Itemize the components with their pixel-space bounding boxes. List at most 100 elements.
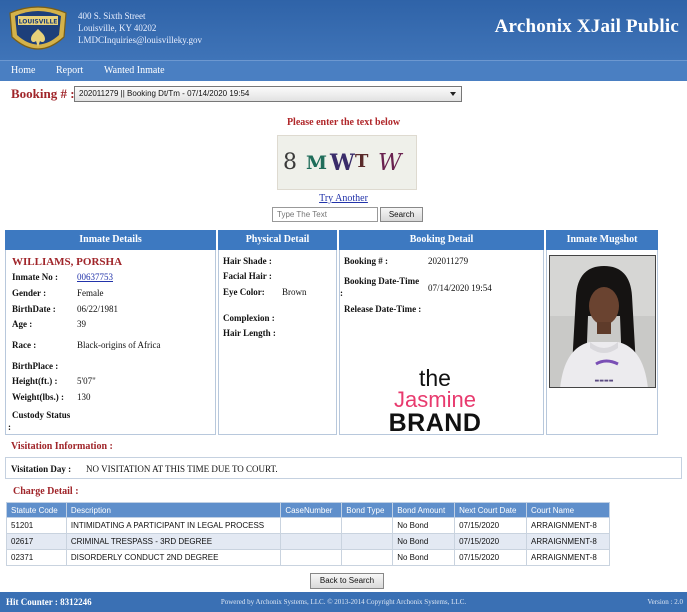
custody-status-colon: : — [8, 422, 11, 432]
cell-next-court-date: 07/15/2020 — [454, 533, 527, 550]
visitation-day-label: Visitation Day : — [11, 464, 72, 474]
back-to-search-button[interactable]: Back to Search — [310, 573, 384, 589]
table-row: 51201 INTIMIDATING A PARTICIPANT IN LEGA… — [6, 517, 611, 534]
cell-statute-code: 02371 — [6, 549, 67, 566]
visitation-day-value: NO VISITATION AT THIS TIME DUE TO COURT. — [86, 464, 278, 474]
col-description[interactable]: Description — [65, 502, 282, 518]
captcha-char: W — [378, 150, 402, 176]
nav-wanted-inmate[interactable]: Wanted Inmate — [104, 65, 165, 76]
facial-hair-label: Facial Hair : — [223, 271, 272, 281]
col-bond-type[interactable]: Bond Type — [341, 502, 394, 518]
cell-statute-code: 02617 — [6, 533, 67, 550]
table-row: 02617 CRIMINAL TRESPASS - 3RD DEGREE No … — [6, 533, 611, 550]
hair-length-label: Hair Length : — [223, 328, 276, 338]
cell-statute-code: 51201 — [6, 517, 67, 534]
cell-bond-type — [341, 517, 394, 534]
captcha-char: T — [355, 151, 369, 172]
chevron-down-icon — [450, 92, 456, 96]
booking-select[interactable]: 202011279 || Booking Dt/Tm - 07/14/2020 … — [74, 86, 462, 102]
captcha-search-button[interactable]: Search — [380, 207, 423, 222]
inmate-mugshot-image: ▬▬▬▬ — [549, 255, 656, 388]
booking-datetime-colon: : — [340, 288, 343, 298]
custody-status-label: Custody Status — [12, 410, 71, 420]
facility-address: 400 S. Sixth Street Louisville, KY 40202… — [78, 10, 202, 46]
inmate-name: WILLIAMS, PORSHA — [12, 256, 123, 268]
app-footer: Powered by Archonix Systems, LLC. © 2013… — [0, 592, 687, 612]
visitation-title: Visitation Information : — [11, 441, 113, 452]
address-email[interactable]: LMDCInquiries@louisvilleky.gov — [78, 34, 202, 46]
mugshot-photo: ▬▬▬▬ — [550, 256, 655, 387]
app-header: LOUISVILLE 400 S. Sixth Street Louisvill… — [0, 0, 687, 60]
cell-bond-amount: No Bond — [392, 517, 456, 534]
nav-home[interactable]: Home — [11, 65, 35, 76]
the-jasmine-brand-watermark: the Jasmine BRAND — [370, 365, 500, 436]
try-another-link[interactable]: Try Another — [0, 193, 687, 204]
svg-text:LOUISVILLE: LOUISVILLE — [19, 19, 58, 26]
cell-next-court-date: 07/15/2020 — [454, 549, 527, 566]
cell-bond-type — [341, 533, 394, 550]
louisville-metro-badge-logo: LOUISVILLE — [9, 6, 67, 50]
cell-description: INTIMIDATING A PARTICIPANT IN LEGAL PROC… — [65, 517, 282, 534]
gender-value: Female — [77, 288, 104, 298]
powered-by-text: Powered by Archonix Systems, LLC. © 2013… — [220, 598, 467, 606]
cell-description: DISORDERLY CONDUCT 2ND DEGREE — [65, 549, 282, 566]
birthdate-value: 06/22/1981 — [77, 304, 119, 314]
hair-shade-label: Hair Shade : — [223, 256, 272, 266]
gender-label: Gender : — [12, 288, 47, 298]
charges-header-row: Statute Code Description CaseNumber Bond… — [6, 502, 611, 518]
hit-counter: Hit Counter : 8312246 — [6, 597, 92, 607]
captcha-char: 8 — [283, 150, 297, 175]
cell-case-number — [280, 533, 343, 550]
height-value: 5'07" — [77, 376, 96, 386]
svg-text:▬▬▬▬: ▬▬▬▬ — [595, 378, 614, 384]
eye-color-value: Brown — [282, 287, 307, 297]
cell-bond-amount: No Bond — [392, 533, 456, 550]
birthplace-label: BirthPlace : — [12, 361, 59, 371]
booking-select-label: Booking # : — [11, 86, 75, 101]
complexion-label: Complexion : — [223, 313, 275, 323]
table-row: 02371 DISORDERLY CONDUCT 2ND DEGREE No B… — [6, 549, 611, 566]
nav-report[interactable]: Report — [56, 65, 83, 76]
physical-detail-header: Physical Detail — [218, 230, 337, 250]
version-text: Version : 2.0 — [647, 598, 683, 606]
race-value: Black-origins of Africa — [77, 340, 161, 350]
inmate-details-header: Inmate Details — [5, 230, 216, 250]
booking-detail-header: Booking Detail — [339, 230, 544, 250]
main-nav: Home Report Wanted Inmate — [0, 60, 687, 81]
col-court-name[interactable]: Court Name — [525, 502, 611, 518]
release-datetime-label: Release Date-Time : — [344, 304, 422, 314]
age-value: 39 — [77, 319, 86, 329]
captcha-image: 8 M W T W — [277, 135, 417, 190]
cell-case-number — [280, 517, 343, 534]
inmate-mugshot-header: Inmate Mugshot — [546, 230, 658, 250]
booking-datetime-value: 07/14/2020 19:54 — [428, 283, 492, 293]
inmate-no-label: Inmate No : — [12, 272, 58, 282]
booking-select-value: 202011279 || Booking Dt/Tm - 07/14/2020 … — [79, 89, 250, 98]
cell-bond-type — [341, 549, 394, 566]
race-label: Race : — [12, 340, 37, 350]
captcha-input[interactable] — [272, 207, 378, 222]
watermark-line-1: the — [419, 365, 451, 391]
inmate-no-link[interactable]: 00637753 — [77, 272, 113, 282]
charges-table: Statute Code Description CaseNumber Bond… — [6, 502, 611, 566]
app-title: Archonix XJail Public — [494, 16, 679, 37]
eye-color-label: Eye Color: — [223, 287, 265, 297]
cell-court-name: ARRAIGNMENT-8 — [525, 533, 611, 550]
col-statute-code[interactable]: Statute Code — [6, 502, 67, 518]
booking-datetime-label: Booking Date-Time — [344, 276, 420, 286]
cell-case-number — [280, 549, 343, 566]
visitation-row: Visitation Day : NO VISITATION AT THIS T… — [5, 457, 682, 479]
col-next-court-date[interactable]: Next Court Date — [454, 502, 527, 518]
address-line-1: 400 S. Sixth Street — [78, 11, 146, 21]
cell-court-name: ARRAIGNMENT-8 — [525, 517, 611, 534]
address-line-2: Louisville, KY 40202 — [78, 23, 157, 33]
age-label: Age : — [12, 319, 33, 329]
captcha-prompt: Please enter the text below — [286, 117, 401, 128]
col-bond-amount[interactable]: Bond Amount — [392, 502, 456, 518]
birthdate-label: BirthDate : — [12, 304, 56, 314]
charge-detail-title: Charge Detail : — [13, 486, 79, 497]
col-case-number[interactable]: CaseNumber — [280, 502, 343, 518]
cell-next-court-date: 07/15/2020 — [454, 517, 527, 534]
captcha-char: M — [306, 152, 328, 174]
cell-bond-amount: No Bond — [392, 549, 456, 566]
